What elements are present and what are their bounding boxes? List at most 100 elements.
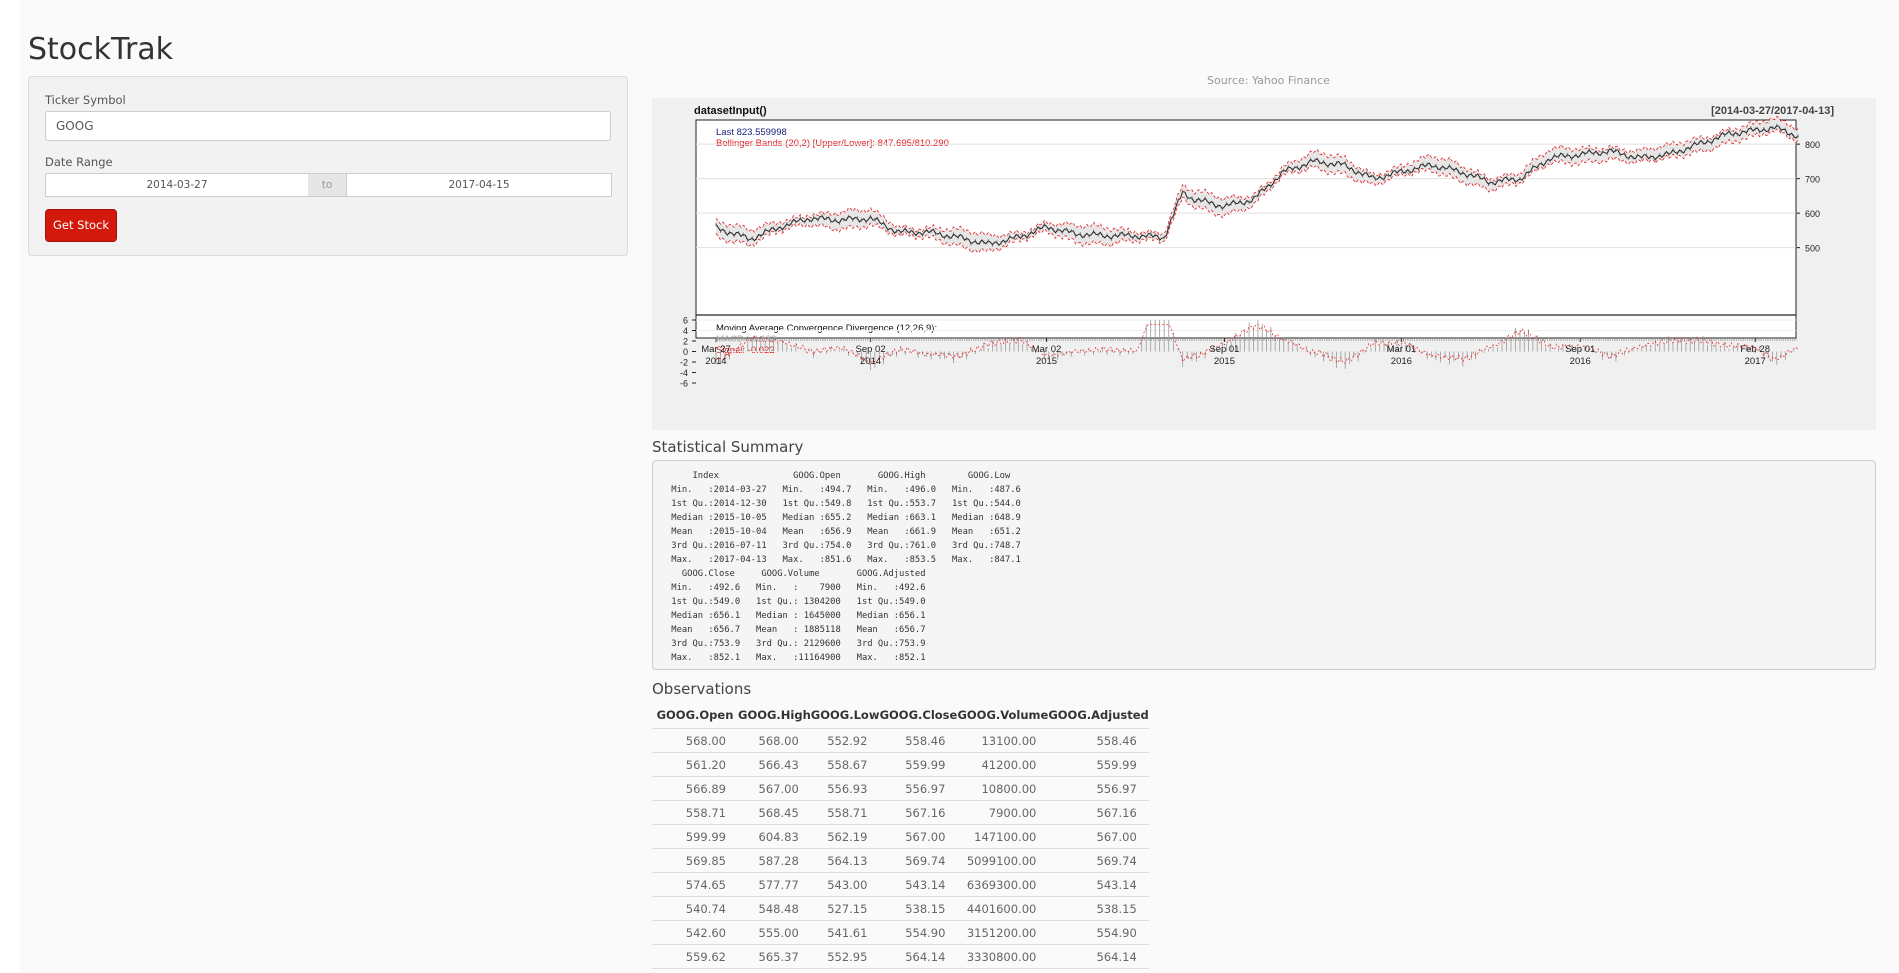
x-tick-year: 2015 xyxy=(1036,356,1057,367)
table-cell: 569.85 xyxy=(652,848,738,873)
macd-tick-label: 2 xyxy=(683,337,688,347)
date-range-label: Date Range xyxy=(45,155,113,169)
table-cell: 527.15 xyxy=(810,896,880,921)
table-header-row: GOOG.Open GOOG.High GOOG.Low GOOG.Close GOOG… xyxy=(652,702,1149,729)
x-tick-year: 2016 xyxy=(1570,356,1591,367)
table-cell: 567.00 xyxy=(879,824,958,849)
table-cell: 543.00 xyxy=(810,872,880,897)
table-cell: 564.14 xyxy=(879,944,958,969)
table-cell: 538.15 xyxy=(879,896,958,921)
date-range-input: 2014-03-27 to 2017-04-15 xyxy=(45,173,612,197)
date-start-input[interactable]: 2014-03-27 xyxy=(45,173,309,197)
table-cell: 552.95 xyxy=(810,944,880,969)
table-cell: 538.15 xyxy=(1048,896,1149,921)
macd-tick-label: -4 xyxy=(680,368,688,378)
last-price-label: Last 823.559998 xyxy=(716,127,787,138)
price-tick-label: 700 xyxy=(1805,175,1820,185)
date-separator: to xyxy=(308,173,346,197)
x-tick-year: 2014 xyxy=(860,356,881,367)
x-tick-year: 2017 xyxy=(1745,356,1766,367)
table-cell: 567.00 xyxy=(1048,824,1149,849)
app-title: StockTrak xyxy=(28,32,174,67)
table-cell: 4401600.00 xyxy=(957,896,1049,921)
table-cell: 569.74 xyxy=(879,848,958,873)
table-cell: 566.89 xyxy=(652,776,738,801)
price-chart: datasetInput() [2014-03-27/2017-04-13] L… xyxy=(652,98,1876,430)
x-tick-label: Feb 28 xyxy=(1740,344,1770,355)
table-cell: 559.99 xyxy=(879,752,958,777)
table-cell: 556.97 xyxy=(1048,776,1149,801)
table-cell: 559.62 xyxy=(652,944,738,969)
x-tick-label: Mar 02 xyxy=(1032,344,1062,355)
table-row: 599.99 604.83 562.19 567.00 147100.00 567.00 xyxy=(652,824,1149,849)
x-tick-year: 2015 xyxy=(1214,356,1235,367)
table-cell: 587.28 xyxy=(738,848,811,873)
table-cell: 564.13 xyxy=(810,848,880,873)
table-cell: 540.74 xyxy=(652,896,738,921)
table-cell: 556.97 xyxy=(879,776,958,801)
column-header: GOOG.High xyxy=(738,702,811,729)
price-chart-svg: datasetInput() [2014-03-27/2017-04-13] L… xyxy=(680,105,1834,389)
x-tick-label: Mar 27 xyxy=(701,344,731,355)
column-header: GOOG.Open xyxy=(652,702,738,729)
table-cell: 558.71 xyxy=(810,800,880,825)
table-row: 558.71 568.45 558.71 567.16 7900.00 567.16 xyxy=(652,800,1149,825)
table-cell: 41200.00 xyxy=(957,752,1049,777)
x-tick-label: Sep 01 xyxy=(1565,344,1595,355)
table-cell: 543.14 xyxy=(1048,872,1149,897)
date-end-input[interactable]: 2017-04-15 xyxy=(346,173,612,197)
sidebar-panel: Ticker Symbol GOOG Date Range 2014-03-27… xyxy=(28,76,628,256)
table-row: 574.65 577.77 543.00 543.14 6369300.00 543.14 xyxy=(652,872,1149,897)
get-stock-button[interactable]: Get Stock xyxy=(45,209,117,242)
table-cell: 147100.00 xyxy=(957,824,1049,849)
ticker-value: GOOG xyxy=(56,119,94,133)
macd-tick-label: -2 xyxy=(680,358,688,368)
table-cell: 562.19 xyxy=(810,824,880,849)
table-cell: 568.45 xyxy=(738,800,811,825)
table-cell: 541.61 xyxy=(810,920,880,945)
table-cell: 548.48 xyxy=(738,896,811,921)
table-cell: 13100.00 xyxy=(957,728,1049,753)
table-cell: 556.93 xyxy=(810,776,880,801)
summary-text: Index GOOG.Open GOOG.High GOOG.Low Min. … xyxy=(671,471,1021,663)
table-cell: 566.43 xyxy=(738,752,811,777)
price-tick-label: 500 xyxy=(1805,244,1820,254)
ticker-input[interactable]: GOOG xyxy=(45,111,611,141)
table-cell: 567.16 xyxy=(1048,800,1149,825)
x-tick-year: 2014 xyxy=(705,356,726,367)
x-tick-label: Mar 01 xyxy=(1387,344,1417,355)
macd-tick-label: 0 xyxy=(683,347,688,357)
bbands-label: Bollinger Bands (20,2) [Upper/Lower]: 84… xyxy=(716,138,949,149)
table-cell: 559.99 xyxy=(1048,752,1149,777)
chart-range: [2014-03-27/2017-04-13] xyxy=(1711,105,1834,117)
table-cell: 558.71 xyxy=(652,800,738,825)
observations-table: GOOG.Open GOOG.High GOOG.Low GOOG.Close GOOG… xyxy=(652,702,1149,969)
price-tick-label: 600 xyxy=(1805,209,1820,219)
table-cell: 7900.00 xyxy=(957,800,1049,825)
table-cell: 555.00 xyxy=(738,920,811,945)
table-cell: 564.14 xyxy=(1048,944,1149,969)
table-cell: 561.20 xyxy=(652,752,738,777)
price-tick-label: 800 xyxy=(1805,140,1820,150)
table-cell: 599.99 xyxy=(652,824,738,849)
table-cell: 567.00 xyxy=(738,776,811,801)
table-row: 542.60 555.00 541.61 554.90 3151200.00 554.90 xyxy=(652,920,1149,945)
table-cell: 558.46 xyxy=(879,728,958,753)
table-row: 559.62 565.37 552.95 564.14 3330800.00 564.14 xyxy=(652,944,1149,969)
table-cell: 6369300.00 xyxy=(957,872,1049,897)
macd-tick-label: 6 xyxy=(683,316,688,326)
table-cell: 567.16 xyxy=(879,800,958,825)
table-cell: 569.74 xyxy=(1048,848,1149,873)
table-cell: 554.90 xyxy=(879,920,958,945)
table-cell: 565.37 xyxy=(738,944,811,969)
table-cell: 5099100.00 xyxy=(957,848,1049,873)
table-cell: 574.65 xyxy=(652,872,738,897)
table-cell: 568.00 xyxy=(652,728,738,753)
table-cell: 3330800.00 xyxy=(957,944,1049,969)
chart-title: datasetInput() xyxy=(694,105,767,117)
table-cell: 604.83 xyxy=(738,824,811,849)
table-cell: 552.92 xyxy=(810,728,880,753)
macd-title: Moving Average Convergence Divergence (1… xyxy=(716,323,937,334)
table-cell: 577.77 xyxy=(738,872,811,897)
table-cell: 3151200.00 xyxy=(957,920,1049,945)
